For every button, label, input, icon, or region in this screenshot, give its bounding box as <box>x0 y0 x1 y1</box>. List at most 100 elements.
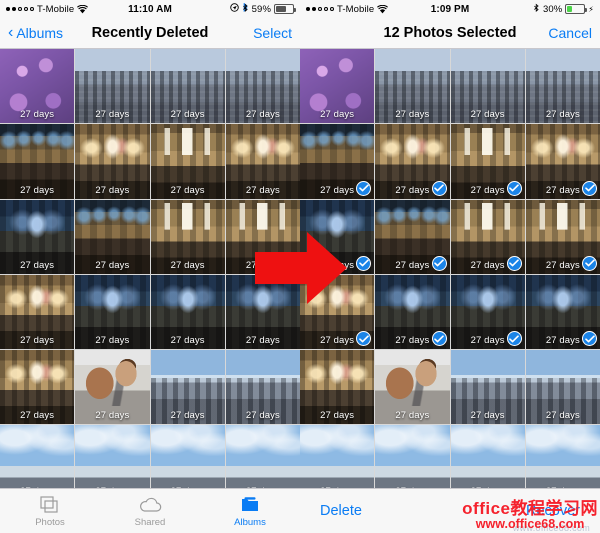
days-remaining-label: 27 days <box>470 410 505 422</box>
photo-thumbnail[interactable]: 27 days <box>300 49 375 124</box>
days-remaining-label: 27 days <box>170 184 205 196</box>
photo-thumbnail[interactable]: 27 days <box>300 350 375 425</box>
battery-icon <box>274 4 296 14</box>
photo-thumbnail[interactable]: 27 days <box>375 274 450 349</box>
back-to-albums-button[interactable]: ‹ Albums <box>8 24 64 42</box>
left-photo-grid: 27 days 27 days 27 days 27 days 27 days 27 da… <box>0 49 300 533</box>
tab-shared-label: Shared <box>134 516 166 528</box>
checkmark-circle-icon[interactable] <box>356 180 372 196</box>
wifi-icon <box>77 4 89 14</box>
photo-thumbnail[interactable]: 27 days <box>0 199 75 274</box>
carrier-label: T-Mobile <box>37 3 75 15</box>
days-remaining-label: 27 days <box>170 259 205 271</box>
photo-thumbnail[interactable]: 27 days <box>0 350 75 425</box>
photo-thumbnail[interactable]: 27 days <box>0 274 75 349</box>
days-remaining-label: 27 days <box>95 109 130 121</box>
right-phone-screen: T-Mobile 1:09 PM 30% ⚡ 12 Photos Selecte… <box>300 0 600 533</box>
days-remaining-label: 27 days <box>170 109 205 121</box>
checkmark-circle-icon[interactable] <box>582 331 597 346</box>
right-photo-grid: 27 days 27 days 27 days 27 days 27 days 27 da… <box>300 49 600 533</box>
photo-thumbnail[interactable]: 27 days <box>150 199 225 274</box>
photo-thumbnail[interactable]: 27 days <box>450 350 525 425</box>
photo-thumbnail[interactable]: 27 days <box>75 274 150 349</box>
battery-percent-label: 30% <box>542 3 563 15</box>
back-label: Albums <box>16 25 64 41</box>
photo-thumbnail[interactable]: 27 days <box>525 274 600 349</box>
select-button[interactable]: Select <box>253 25 292 41</box>
days-remaining-label: 27 days <box>20 184 55 196</box>
delete-button[interactable]: Delete <box>320 503 362 519</box>
days-remaining-label: 27 days <box>95 335 130 346</box>
days-remaining-label: 27 days <box>95 410 130 422</box>
checkmark-circle-icon[interactable] <box>356 255 372 271</box>
lightning-bolt-icon: ⚡ <box>588 4 594 14</box>
checkmark-circle-icon[interactable] <box>431 255 447 271</box>
checkmark-circle-icon[interactable] <box>506 180 522 196</box>
tab-photos-label: Photos <box>35 516 65 528</box>
photo-thumbnail[interactable]: 27 days <box>525 124 600 199</box>
photo-thumbnail[interactable]: 27 days <box>450 274 525 349</box>
photo-thumbnail[interactable]: 27 days <box>0 49 75 124</box>
photo-thumbnail[interactable]: 27 days <box>225 199 300 274</box>
days-remaining-label: 27 days <box>245 259 280 271</box>
photo-thumbnail[interactable]: 27 days <box>75 124 150 199</box>
photo-thumbnail[interactable]: 27 days <box>375 350 450 425</box>
days-remaining-label: 27 days <box>395 109 430 121</box>
checkmark-circle-icon[interactable] <box>582 255 597 271</box>
photo-thumbnail[interactable]: 27 days <box>450 124 525 199</box>
photo-thumbnail[interactable]: 27 days <box>150 274 225 349</box>
photo-thumbnail[interactable]: 27 days <box>525 199 600 274</box>
comparison-stage: T-Mobile 11:10 AM 59% ‹ Albums Recently … <box>0 0 600 533</box>
photo-thumbnail[interactable]: 27 days <box>525 49 600 124</box>
checkmark-circle-icon[interactable] <box>431 180 447 196</box>
checkmark-circle-icon[interactable] <box>431 331 447 346</box>
days-remaining-label: 27 days <box>395 410 430 422</box>
days-remaining-label: 27 days <box>20 335 55 346</box>
days-remaining-label: 27 days <box>320 410 355 422</box>
photo-thumbnail[interactable]: 27 days <box>450 199 525 274</box>
photo-thumbnail[interactable]: 27 days <box>225 274 300 349</box>
days-remaining-label: 27 days <box>245 109 280 121</box>
photo-thumbnail[interactable]: 27 days <box>150 350 225 425</box>
bluetooth-icon <box>242 2 249 16</box>
signal-strength-dots <box>306 7 334 11</box>
right-status-bar: T-Mobile 1:09 PM 30% ⚡ <box>300 0 600 18</box>
photo-thumbnail[interactable]: 27 days <box>450 49 525 124</box>
photo-thumbnail[interactable]: 27 days <box>75 350 150 425</box>
bluetooth-icon <box>533 3 540 16</box>
photo-thumbnail[interactable]: 27 days <box>375 49 450 124</box>
chevron-left-icon: ‹ <box>8 24 14 41</box>
tab-photos[interactable]: Photos <box>5 495 95 528</box>
recover-button[interactable]: Recover <box>526 503 580 519</box>
photo-thumbnail[interactable]: 27 days <box>525 350 600 425</box>
left-status-bar: T-Mobile 11:10 AM 59% <box>0 0 300 18</box>
battery-icon <box>565 4 588 14</box>
photo-thumbnail[interactable]: 27 days <box>75 49 150 124</box>
photos-stack-icon <box>40 495 60 515</box>
cancel-button[interactable]: Cancel <box>548 25 592 41</box>
checkmark-circle-icon[interactable] <box>582 180 597 196</box>
photo-thumbnail[interactable]: 27 days <box>150 124 225 199</box>
photo-thumbnail[interactable]: 27 days <box>225 124 300 199</box>
days-remaining-label: 27 days <box>470 109 505 121</box>
photo-thumbnail[interactable]: 27 days <box>150 49 225 124</box>
photo-thumbnail[interactable]: 27 days <box>75 199 150 274</box>
checkmark-circle-icon[interactable] <box>506 331 522 346</box>
photo-thumbnail[interactable]: 27 days <box>300 199 375 274</box>
days-remaining-label: 27 days <box>95 184 130 196</box>
photo-thumbnail[interactable]: 27 days <box>225 49 300 124</box>
checkmark-circle-icon[interactable] <box>506 255 522 271</box>
days-remaining-label: 27 days <box>545 109 580 121</box>
photo-thumbnail[interactable]: 27 days <box>0 124 75 199</box>
photo-thumbnail[interactable]: 27 days <box>300 124 375 199</box>
photo-thumbnail[interactable]: 27 days <box>375 199 450 274</box>
days-remaining-label: 27 days <box>170 410 205 422</box>
photo-thumbnail[interactable]: 27 days <box>375 124 450 199</box>
days-remaining-label: 27 days <box>245 410 280 422</box>
left-status-left: T-Mobile <box>6 3 89 15</box>
photo-thumbnail[interactable]: 27 days <box>225 350 300 425</box>
tab-shared[interactable]: Shared <box>105 495 195 528</box>
tab-albums[interactable]: Albums <box>205 495 295 528</box>
cloud-icon <box>139 495 162 515</box>
photo-thumbnail[interactable]: 27 days <box>300 274 375 349</box>
